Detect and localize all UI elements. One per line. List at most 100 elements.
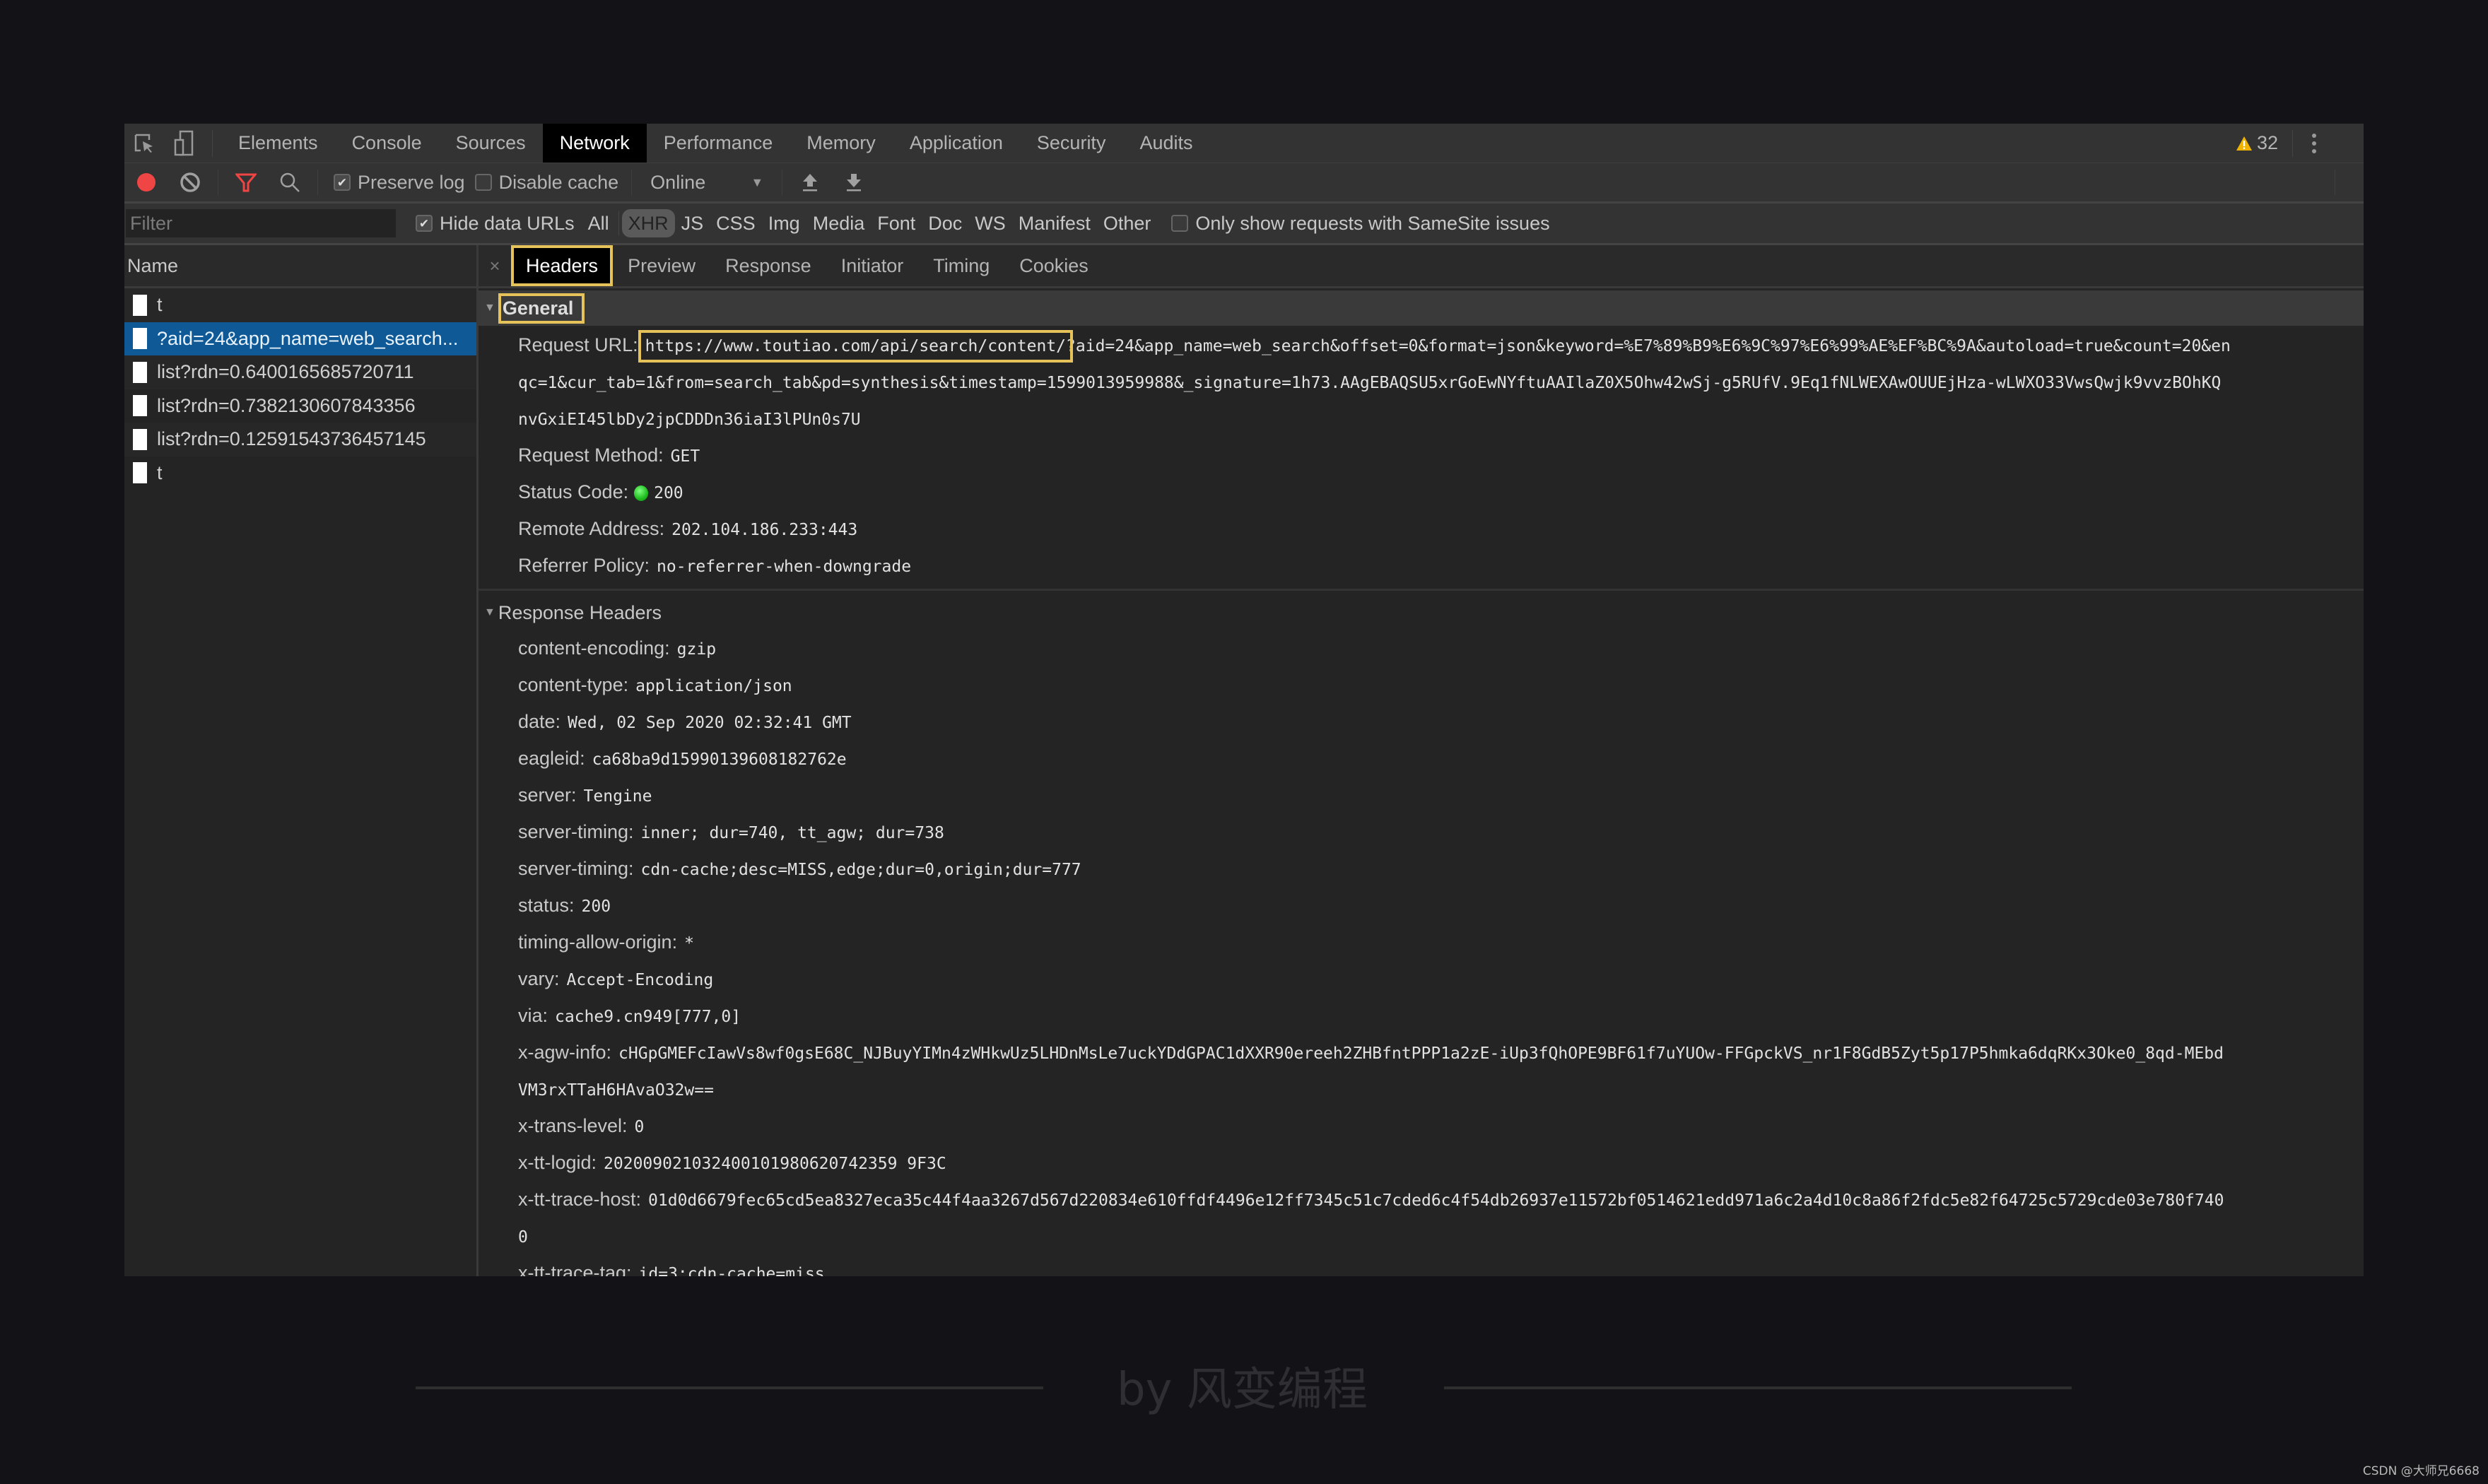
- tabbar-right: 32: [2236, 124, 2364, 163]
- download-icon: [847, 174, 862, 192]
- request-row-selected[interactable]: ?aid=24&app_name=web_search...: [124, 322, 476, 355]
- tab-initiator[interactable]: Initiator: [826, 245, 919, 286]
- tab-network[interactable]: Network: [542, 124, 647, 163]
- tab-console[interactable]: Console: [335, 124, 439, 163]
- request-url-continuation: qc=1&cur_tab=1&from=search_tab&pd=synthe…: [479, 364, 2364, 401]
- header-value: gzip: [676, 640, 717, 659]
- filter-type-css[interactable]: CSS: [710, 209, 762, 237]
- warnings-counter[interactable]: 32: [2236, 129, 2293, 157]
- response-header-row: content-encoding: gzip: [479, 630, 2364, 667]
- warning-icon: [2236, 136, 2252, 151]
- record-button[interactable]: [124, 163, 168, 201]
- tab-headers[interactable]: Headers: [511, 245, 614, 286]
- request-url-highlight: https://www.toutiao.com/api/search/conte…: [638, 330, 1074, 363]
- document-icon: [133, 328, 147, 350]
- header-value: ca68ba9d15990139608182762e: [592, 750, 847, 769]
- header-key: eagleid:: [518, 748, 585, 769]
- name-column-header[interactable]: Name: [124, 245, 476, 288]
- status-ok-icon: [634, 485, 649, 501]
- tab-application[interactable]: Application: [893, 124, 1020, 163]
- tab-sources[interactable]: Sources: [439, 124, 543, 163]
- tab-response[interactable]: Response: [710, 245, 826, 286]
- header-key: status:: [518, 895, 575, 916]
- clear-button[interactable]: [168, 163, 212, 201]
- filter-type-manifest[interactable]: Manifest: [1012, 209, 1097, 237]
- header-key: server:: [518, 784, 577, 806]
- triangle-down-icon: ▼: [484, 606, 495, 618]
- throttling-select[interactable]: Online ▼: [638, 172, 776, 194]
- document-icon: [133, 395, 147, 417]
- hide-data-urls-checkbox[interactable]: ✔: [416, 215, 433, 232]
- filter-input[interactable]: [126, 209, 396, 237]
- request-row[interactable]: t: [124, 288, 476, 322]
- filter-type-doc[interactable]: Doc: [922, 209, 968, 237]
- disable-cache-checkbox[interactable]: [474, 174, 492, 191]
- request-rows: t ?aid=24&app_name=web_search... list?rd…: [124, 288, 476, 490]
- response-header-row: server-timing: cdn-cache;desc=MISS,edge;d…: [479, 851, 2364, 888]
- status-code-value: 200: [654, 484, 683, 502]
- header-value-continuation: VM3rxTTaH6HAvaO32w==: [479, 1071, 2364, 1108]
- request-row[interactable]: list?rdn=0.7382130607843356: [124, 389, 476, 423]
- tab-preview[interactable]: Preview: [613, 245, 710, 286]
- export-har-button[interactable]: [832, 163, 876, 201]
- chevron-down-icon: ▼: [751, 175, 764, 189]
- tab-cookies[interactable]: Cookies: [1004, 245, 1103, 286]
- request-row[interactable]: list?rdn=0.12591543736457145: [124, 423, 476, 457]
- device-toolbar-icon: [174, 130, 194, 155]
- filter-type-js[interactable]: JS: [675, 209, 710, 237]
- filter-toggle-button[interactable]: [224, 163, 268, 201]
- response-header-row: content-type: application/json: [479, 667, 2364, 704]
- header-key: content-encoding:: [518, 637, 670, 659]
- filter-type-xhr[interactable]: XHR: [621, 209, 675, 237]
- watermark-text: by 风变编程: [1117, 1364, 1368, 1416]
- watermark-line-left: [416, 1386, 1043, 1389]
- response-header-row: x-tt-logid: 20200902103240010198062074235…: [479, 1145, 2364, 1182]
- filter-type-img[interactable]: Img: [762, 209, 806, 237]
- tab-audits[interactable]: Audits: [1122, 124, 1209, 163]
- toolbar-separator: [631, 170, 633, 195]
- device-toolbar-button[interactable]: [164, 124, 204, 163]
- more-options-button[interactable]: [2293, 132, 2335, 155]
- general-section-header[interactable]: ▼ General: [479, 290, 2364, 326]
- record-icon: [137, 173, 156, 192]
- response-header-row: status: 200: [479, 888, 2364, 924]
- request-name: list?rdn=0.7382130607843356: [157, 394, 416, 416]
- response-headers-section-header[interactable]: ▼ Response Headers: [479, 595, 2364, 630]
- close-icon[interactable]: ×: [479, 255, 511, 277]
- filter-type-other[interactable]: Other: [1097, 209, 1158, 237]
- tab-security[interactable]: Security: [1020, 124, 1123, 163]
- tab-elements[interactable]: Elements: [221, 124, 335, 163]
- inspect-element-button[interactable]: [124, 124, 164, 163]
- filter-bar: ✔ Hide data URLs All XHR JS CSS Img Medi…: [124, 204, 2364, 245]
- header-key: x-trans-level:: [518, 1115, 628, 1136]
- tab-timing[interactable]: Timing: [918, 245, 1004, 286]
- response-header-row: eagleid: ca68ba9d15990139608182762e: [479, 741, 2364, 777]
- header-value: application/json: [635, 677, 792, 695]
- filter-type-all[interactable]: All: [582, 209, 616, 237]
- import-har-button[interactable]: [788, 163, 832, 201]
- filter-separator: [618, 211, 619, 235]
- filter-type-ws[interactable]: WS: [968, 209, 1012, 237]
- response-header-row: x-agw-info: cHGpGMEFcIawVs8wf0gsE68C_NJBu…: [479, 1035, 2364, 1071]
- header-value: Accept-Encoding: [566, 971, 714, 989]
- preserve-log-checkbox[interactable]: ✔: [334, 174, 351, 191]
- status-code-label: Status Code:: [518, 481, 629, 502]
- credit-text: CSDN @大师兄6668: [2362, 1464, 2480, 1478]
- tab-performance[interactable]: Performance: [647, 124, 790, 163]
- samesite-checkbox[interactable]: [1171, 215, 1189, 232]
- response-header-row: date: Wed, 02 Sep 2020 02:32:41 GMT: [479, 704, 2364, 741]
- header-value: *: [684, 934, 694, 953]
- tab-memory[interactable]: Memory: [790, 124, 893, 163]
- request-row[interactable]: list?rdn=0.6400165685720711: [124, 355, 476, 389]
- remote-address-label: Remote Address:: [518, 518, 665, 539]
- response-header-row: x-tt-trace-host: 01d0d6679fec65cd5ea8327e…: [479, 1182, 2364, 1218]
- toolbar-separator: [317, 170, 318, 195]
- referrer-policy-row: Referrer Policy: no-referrer-when-downgra…: [479, 548, 2364, 584]
- search-button[interactable]: [268, 163, 312, 201]
- response-headers-list: content-encoding: gzip content-type: applic…: [479, 630, 2364, 1276]
- request-row[interactable]: t: [124, 457, 476, 490]
- filter-type-media[interactable]: Media: [806, 209, 872, 237]
- request-name: t: [157, 461, 163, 483]
- filter-type-font[interactable]: Font: [871, 209, 922, 237]
- general-section-title: General: [498, 293, 585, 324]
